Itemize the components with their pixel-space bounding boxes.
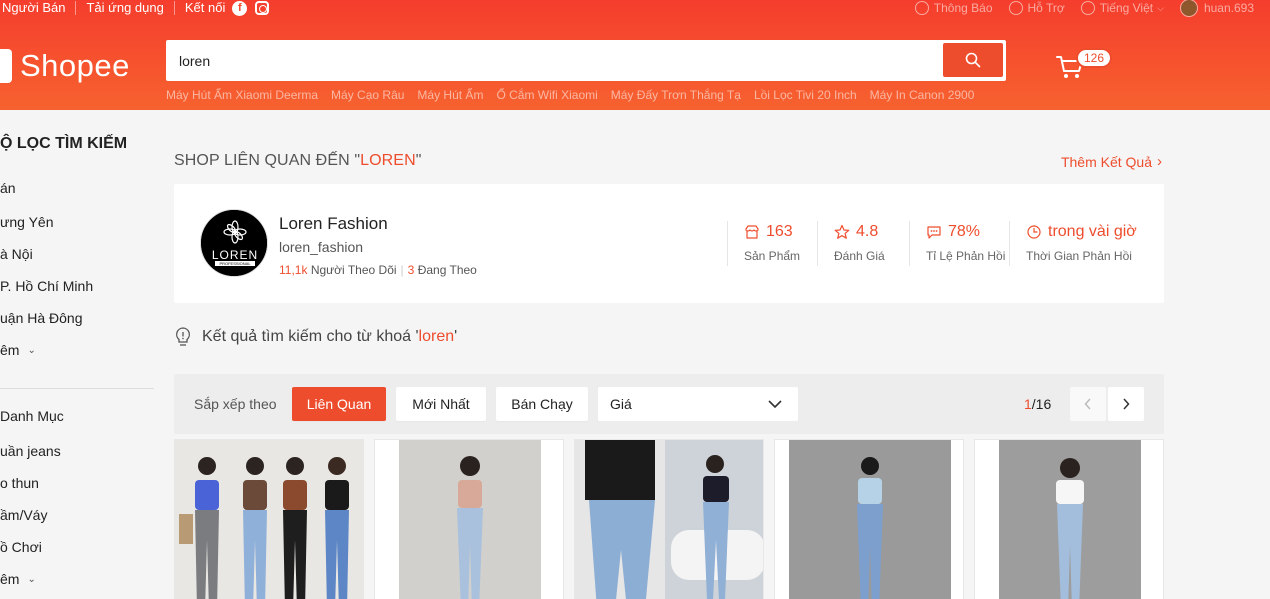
search-icon (965, 52, 981, 68)
facebook-icon[interactable]: f (232, 0, 248, 16)
account-menu[interactable]: huan.693 (1179, 0, 1254, 17)
search-bar (166, 40, 1006, 81)
location-option[interactable]: à Nội (0, 246, 33, 262)
sort-bar: Sắp xếp theo Liên Quan Mới Nhất Bán Chạy… (174, 374, 1164, 434)
svg-text:LOREN: LOREN (212, 248, 258, 262)
shop-follow-info: 11,1k Người Theo Dõi | 3 Đang Theo (279, 263, 477, 277)
location-option[interactable]: ưng Yên (0, 214, 54, 230)
product-image (775, 440, 963, 599)
product-card[interactable] (174, 439, 364, 599)
chevron-down-icon: ⌵ (1157, 2, 1164, 13)
location-option[interactable]: uận Hà Đông (0, 310, 83, 326)
avatar (1179, 0, 1198, 17)
connect-label: Kết nối (184, 0, 226, 15)
product-image (175, 440, 363, 599)
shopee-logo[interactable]: Shopee (0, 48, 130, 84)
notifications-link[interactable]: Thông Báo (914, 1, 993, 15)
chevron-left-icon (1084, 398, 1091, 410)
suggestion-link[interactable]: Ổ Cắm Wifi Xiaomi (496, 88, 597, 102)
shop-username: loren_fashion (279, 239, 364, 255)
product-card[interactable] (574, 439, 764, 599)
suggestion-link[interactable]: Máy Hút Ẩm Xiaomi Deerma (166, 88, 318, 102)
lightbulb-icon (176, 327, 190, 346)
category-option[interactable]: uần jeans (0, 443, 61, 459)
product-grid (174, 439, 1164, 599)
cart-count-badge: 126 (1076, 48, 1113, 68)
clock-icon (1026, 224, 1042, 240)
next-page-button[interactable] (1108, 387, 1144, 421)
shop-icon (744, 224, 760, 240)
filter-sidebar: Ộ LỌC TÌM KIẾM án ưng Yên à Nội P. Hồ Ch… (0, 110, 160, 599)
chevron-down-icon (768, 400, 782, 408)
chevron-down-icon: ⌄ (27, 344, 36, 356)
sort-label: Sắp xếp theo (194, 396, 277, 412)
suggestion-link[interactable]: Máy Cạo Râu (331, 88, 404, 102)
seller-link[interactable]: Người Bán (2, 1, 77, 15)
globe-icon (1080, 1, 1095, 15)
search-input[interactable] (169, 43, 943, 78)
chevron-right-icon (1123, 398, 1130, 410)
sort-newest-button[interactable]: Mới Nhất (396, 387, 486, 421)
suggestion-link[interactable]: Máy Hút Ẩm (417, 88, 483, 102)
question-icon (1008, 1, 1023, 15)
related-shop-heading: SHOP LIÊN QUAN ĐẾN "LOREN" (174, 152, 422, 169)
shopee-bag-icon (0, 49, 12, 83)
product-card[interactable] (974, 439, 1164, 599)
svg-text:PROFESSIONAL: PROFESSIONAL (219, 261, 251, 266)
stat-rating: 4.8 Đánh Giá (817, 221, 909, 266)
more-results-link[interactable]: Thêm Kết Quả › (1061, 153, 1162, 170)
download-app-link[interactable]: Tải ứng dụng (76, 1, 175, 15)
shop-name[interactable]: Loren Fashion (279, 214, 388, 234)
sort-bestselling-button[interactable]: Bán Chạy (496, 387, 588, 421)
chevron-down-icon: ⌄ (27, 573, 36, 585)
stat-products: 163 Sản Phẩm (727, 221, 817, 266)
header: Người Bán Tải ứng dụng Kết nối f Thông B… (0, 0, 1270, 110)
stat-response-rate: 78% Tỉ Lệ Phản Hồi (909, 221, 1009, 266)
star-icon (834, 224, 850, 240)
help-link[interactable]: Hỗ Trợ (1008, 1, 1065, 15)
suggestion-link[interactable]: Lồi Lọc Tivi 20 Inch (754, 88, 857, 102)
category-option[interactable]: ồ Chơi (0, 539, 42, 555)
product-image (375, 440, 563, 599)
chat-icon (926, 224, 942, 240)
shop-stats: 163 Sản Phẩm 4.8 Đánh Giá 78% Tỉ Lệ Phản… (727, 221, 1139, 266)
bell-icon (914, 1, 929, 15)
language-selector[interactable]: Tiếng Việt ⌵ (1080, 1, 1164, 15)
prev-page-button[interactable] (1070, 387, 1106, 421)
category-option[interactable]: ầm/Váy (0, 507, 47, 523)
top-navbar: Người Bán Tải ứng dụng Kết nối f Thông B… (0, 0, 1270, 18)
category-header: Danh Mục (0, 408, 64, 424)
cart-button[interactable]: 126 (1056, 48, 1113, 84)
filter-title: Ộ LỌC TÌM KIẾM (0, 135, 128, 152)
location-option[interactable]: P. Hồ Chí Minh (0, 278, 93, 294)
sort-relevance-button[interactable]: Liên Quan (292, 387, 386, 421)
product-card[interactable] (774, 439, 964, 599)
search-button[interactable] (943, 43, 1003, 77)
suggestion-link[interactable]: Máy Đấy Trơn Thắng Tạ (611, 88, 741, 102)
price-sort-select[interactable]: Giá (598, 387, 798, 421)
instagram-icon[interactable] (255, 1, 270, 15)
search-result-heading: Kết quả tìm kiếm cho từ khoá ' loren ' (174, 326, 457, 348)
location-option[interactable]: án (0, 180, 16, 196)
divider (0, 388, 154, 389)
product-image (975, 440, 1163, 599)
page-indicator: 1/16 (1024, 396, 1052, 412)
show-more-locations[interactable]: êm ⌄ (0, 342, 36, 358)
product-card[interactable] (374, 439, 564, 599)
show-more-categories[interactable]: êm ⌄ (0, 571, 36, 587)
search-suggestions: Máy Hút Ẩm Xiaomi Deerma Máy Cạo Râu Máy… (166, 88, 987, 102)
category-option[interactable]: o thun (0, 475, 39, 491)
stat-response-time: trong vài giờ Thời Gian Phản Hồi (1009, 221, 1139, 266)
chevron-right-icon: › (1157, 153, 1162, 170)
suggestion-link[interactable]: Máy In Canon 2900 (870, 88, 975, 102)
product-image (575, 440, 763, 599)
shop-card[interactable]: LOREN PROFESSIONAL Loren Fashion loren_f… (174, 184, 1164, 303)
shop-logo[interactable]: LOREN PROFESSIONAL (200, 209, 268, 277)
loren-logo-image: LOREN PROFESSIONAL (201, 210, 267, 276)
